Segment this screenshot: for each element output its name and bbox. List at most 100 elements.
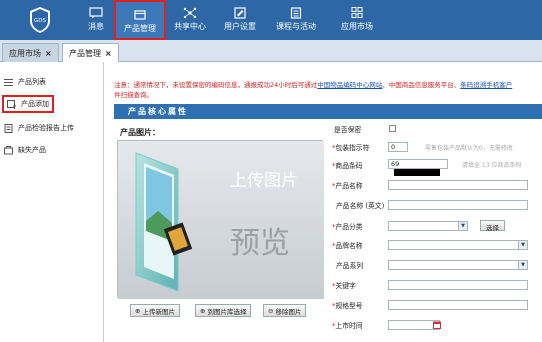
- notice-part: 件扫描查询。: [114, 91, 153, 99]
- packaging-input[interactable]: 0: [388, 142, 408, 152]
- packaging-hint: 零售包装产品默认为0，无需修改: [425, 145, 513, 152]
- label-text: 关键字: [335, 282, 356, 290]
- nav-courses[interactable]: 课程与活动: [272, 0, 320, 40]
- nav-product-label: 产品管理: [124, 24, 156, 33]
- label-confidential: 是否保密: [334, 124, 361, 134]
- label-text: 包装指示符: [335, 144, 370, 152]
- notice-text: 注意：通常情况下，未设置保密的编码信息，通报成功24小时后可通过中国物品编码中心…: [114, 80, 542, 100]
- nav-share-label: 共享中心: [174, 22, 206, 31]
- sidebar: 产品列表 产品添加 产品检验报告上传 缺失产品: [0, 62, 104, 342]
- category-select[interactable]: ▼: [388, 221, 468, 231]
- product-name-en-input[interactable]: [388, 200, 528, 210]
- redacted-barcode: [394, 168, 440, 176]
- tab-product-label: 产品管理: [69, 49, 101, 58]
- tab-bar: 应用市场 × 产品管理 ×: [0, 40, 542, 62]
- brand-select[interactable]: ▼: [388, 240, 528, 250]
- nav-app-market[interactable]: 应用市场: [337, 0, 377, 40]
- logo-text: GDS: [34, 18, 46, 24]
- tab-app-market-label: 应用市场: [9, 49, 41, 58]
- course-icon: [290, 7, 302, 19]
- sidebar-item-product-list[interactable]: 产品列表: [4, 73, 46, 91]
- preview-text: 预览: [230, 226, 290, 261]
- product-image-title: 产品图片：: [120, 128, 160, 137]
- top-nav-bar: GDS 消息 产品管理 共享中心 用户设置 课程与活动 应用市场: [0, 0, 542, 40]
- barcode-hint: 请填全 13 位商品条码: [462, 162, 522, 169]
- link-code-center[interactable]: 中国物品编码中心网站: [317, 81, 382, 89]
- label-category: *产品分类: [332, 221, 363, 231]
- chevron-down-icon: ▼: [518, 241, 527, 249]
- notice-part: 、中国商品信息服务平台、: [382, 81, 461, 89]
- section-header: 产品核心属性: [114, 104, 542, 119]
- barcode-prefix: 69: [391, 160, 400, 168]
- label-brand: *品牌名称: [332, 240, 363, 250]
- sidebar-item-label: 缺失产品: [18, 146, 46, 154]
- product-name-input[interactable]: [388, 180, 528, 190]
- gds-logo: GDS: [30, 7, 50, 33]
- nav-product-management[interactable]: 产品管理: [114, 0, 166, 40]
- settings-icon: [234, 7, 246, 19]
- series-select[interactable]: ▼: [388, 260, 528, 270]
- remove-image-button[interactable]: ⊖ 移除图片: [263, 304, 307, 317]
- keywords-input[interactable]: [388, 280, 528, 290]
- label-text: 规格型号: [335, 302, 363, 310]
- label-packaging: *包装指示符: [332, 142, 369, 152]
- nav-share-center[interactable]: 共享中心: [170, 0, 210, 40]
- sidebar-item-label: 产品添加: [21, 100, 49, 108]
- label-series: 产品系列: [336, 260, 363, 270]
- notice-part: 注意：通常情况下，未设置保密的编码信息，通报成功24小时后可通过: [114, 81, 318, 89]
- close-icon[interactable]: ×: [105, 49, 112, 58]
- message-icon: [89, 7, 103, 19]
- nav-message-label: 消息: [88, 22, 104, 31]
- sidebar-item-report-upload[interactable]: 产品检验报告上传: [4, 119, 74, 137]
- tab-app-market[interactable]: 应用市场 ×: [2, 43, 59, 62]
- label-model: *规格型号: [332, 300, 363, 310]
- chevron-down-icon: ▼: [518, 261, 527, 269]
- nav-settings-label: 用户设置: [224, 22, 256, 31]
- image-preview-box[interactable]: 上传图片 预览: [117, 140, 324, 299]
- tab-product-management[interactable]: 产品管理 ×: [62, 43, 119, 62]
- nav-apps-label: 应用市场: [341, 22, 373, 31]
- label-text: 是否保密: [334, 126, 362, 134]
- nav-courses-label: 课程与活动: [276, 22, 316, 31]
- missing-icon: [4, 145, 13, 154]
- sidebar-item-product-add[interactable]: 产品添加: [2, 95, 54, 113]
- sidebar-item-label: 产品列表: [18, 78, 46, 86]
- nav-message[interactable]: 消息: [80, 0, 112, 40]
- remove-icon: ⊖: [268, 306, 274, 315]
- upload-new-image-button[interactable]: ⊕ 上传新图片: [130, 304, 180, 317]
- library-icon: ⊕: [200, 306, 206, 315]
- label-text: 产品名称: [335, 182, 363, 190]
- report-icon: [4, 123, 13, 133]
- link-mobile-client[interactable]: 条码追溯手机客户: [460, 81, 512, 89]
- model-input[interactable]: [388, 300, 528, 310]
- label-text: 产品分类: [335, 223, 363, 231]
- barcode-input[interactable]: 69: [388, 159, 448, 176]
- close-icon[interactable]: ×: [45, 49, 52, 58]
- sidebar-item-label: 产品检验报告上传: [18, 124, 74, 132]
- label-name: *产品名称: [332, 180, 363, 190]
- apps-icon: [351, 7, 363, 18]
- button-label: 上传新图片: [142, 307, 175, 316]
- upload-icon: ⊕: [135, 306, 141, 315]
- label-keywords: *关键字: [332, 280, 356, 290]
- label-text: 商品条码: [335, 162, 363, 170]
- calendar-icon[interactable]: [433, 321, 441, 329]
- list-icon: [4, 78, 13, 86]
- label-barcode: *商品条码: [332, 160, 363, 170]
- share-icon: [183, 7, 197, 19]
- section-title: 产品核心属性: [128, 107, 188, 116]
- confidential-checkbox[interactable]: [389, 125, 396, 132]
- image-placeholder-graphic: 上传图片 预览: [118, 141, 324, 299]
- category-select-button[interactable]: 选择: [480, 220, 505, 232]
- product-icon: [134, 10, 146, 20]
- label-text: 产品名称 (英文): [336, 202, 385, 210]
- nav-user-settings[interactable]: 用户设置: [220, 0, 260, 40]
- add-icon: [7, 99, 16, 109]
- sidebar-item-missing-products[interactable]: 缺失产品: [4, 141, 46, 159]
- label-text: 品牌名称: [335, 242, 363, 250]
- upload-image-text: 上传图片: [230, 171, 298, 191]
- label-launch: *上市时间: [332, 320, 363, 330]
- select-from-library-button[interactable]: ⊕ 到图片库选择: [195, 304, 252, 317]
- button-label: 到图片库选择: [207, 307, 247, 316]
- label-text: 上市时间: [335, 322, 363, 330]
